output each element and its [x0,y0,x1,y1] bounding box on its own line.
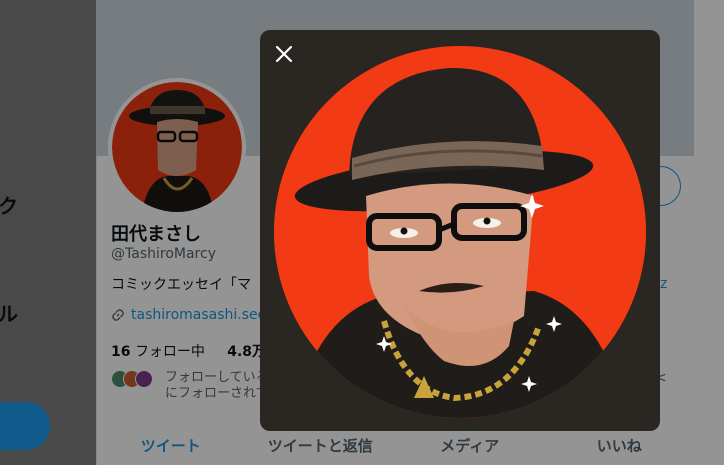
close-icon [275,45,293,63]
close-button[interactable] [270,40,298,68]
enlarged-avatar [274,46,646,418]
avatar-image [274,46,646,418]
avatar-modal [260,30,660,431]
